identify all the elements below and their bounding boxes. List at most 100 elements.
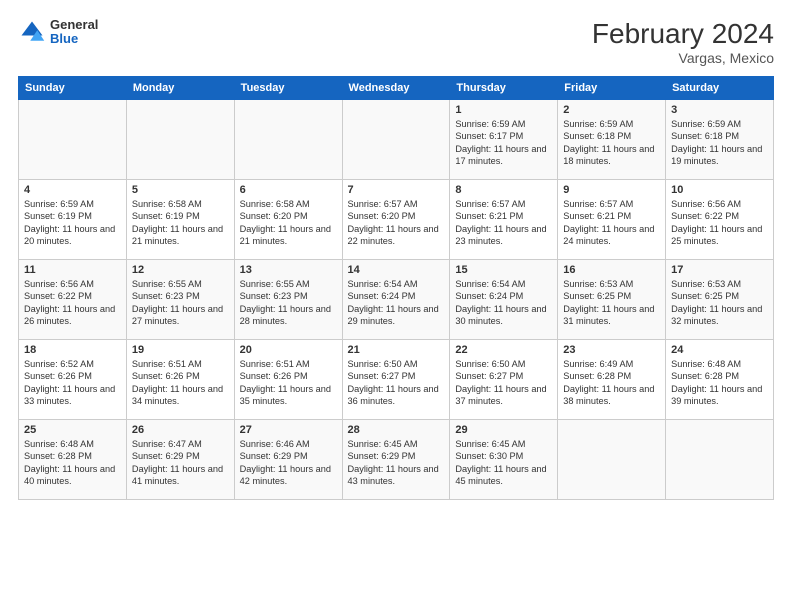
day-number: 23 xyxy=(563,344,660,356)
calendar-cell: 24 Sunrise: 6:48 AM Sunset: 6:28 PM Dayli… xyxy=(666,340,774,420)
day-number: 14 xyxy=(348,264,445,276)
calendar-week-4: 18 Sunrise: 6:52 AM Sunset: 6:26 PM Dayli… xyxy=(19,340,774,420)
calendar-cell: 5 Sunrise: 6:58 AM Sunset: 6:19 PM Daylig… xyxy=(126,180,234,260)
day-number: 21 xyxy=(348,344,445,356)
day-info: Sunrise: 6:59 AM Sunset: 6:18 PM Dayligh… xyxy=(563,118,660,168)
logo: General Blue xyxy=(18,18,98,47)
logo-icon xyxy=(18,18,46,46)
calendar-cell: 21 Sunrise: 6:50 AM Sunset: 6:27 PM Dayli… xyxy=(342,340,450,420)
page: General Blue February 2024 Vargas, Mexic… xyxy=(0,0,792,612)
day-number: 17 xyxy=(671,264,768,276)
logo-text: General Blue xyxy=(50,18,98,47)
day-info: Sunrise: 6:59 AM Sunset: 6:19 PM Dayligh… xyxy=(24,198,121,248)
logo-general-text: General xyxy=(50,18,98,32)
logo-blue-text: Blue xyxy=(50,32,98,46)
day-number: 12 xyxy=(132,264,229,276)
day-info: Sunrise: 6:58 AM Sunset: 6:19 PM Dayligh… xyxy=(132,198,229,248)
day-number: 18 xyxy=(24,344,121,356)
day-number: 11 xyxy=(24,264,121,276)
calendar-cell xyxy=(19,100,127,180)
day-info: Sunrise: 6:55 AM Sunset: 6:23 PM Dayligh… xyxy=(240,278,337,328)
day-number: 5 xyxy=(132,184,229,196)
calendar-cell: 17 Sunrise: 6:53 AM Sunset: 6:25 PM Dayli… xyxy=(666,260,774,340)
calendar-cell: 7Sunrise: 6:57 AM Sunset: 6:20 PM Daylig… xyxy=(342,180,450,260)
day-info: Sunrise: 6:53 AM Sunset: 6:25 PM Dayligh… xyxy=(671,278,768,328)
title-block: February 2024 Vargas, Mexico xyxy=(592,18,774,66)
calendar-cell: 8 Sunrise: 6:57 AM Sunset: 6:21 PM Daylig… xyxy=(450,180,558,260)
calendar-cell: 29Sunrise: 6:45 AM Sunset: 6:30 PM Dayli… xyxy=(450,420,558,500)
day-info: Sunrise: 6:53 AM Sunset: 6:25 PM Dayligh… xyxy=(563,278,660,328)
day-number: 8 xyxy=(455,184,552,196)
day-info: Sunrise: 6:56 AM Sunset: 6:22 PM Dayligh… xyxy=(24,278,121,328)
header: General Blue February 2024 Vargas, Mexic… xyxy=(18,18,774,66)
calendar-cell: 16 Sunrise: 6:53 AM Sunset: 6:25 PM Dayli… xyxy=(558,260,666,340)
day-header-thursday: Thursday xyxy=(450,77,558,100)
day-info: Sunrise: 6:51 AM Sunset: 6:26 PM Dayligh… xyxy=(132,358,229,408)
day-number: 26 xyxy=(132,424,229,436)
day-info: Sunrise: 6:52 AM Sunset: 6:26 PM Dayligh… xyxy=(24,358,121,408)
calendar-cell xyxy=(558,420,666,500)
calendar-cell: 10 Sunrise: 6:56 AM Sunset: 6:22 PM Dayli… xyxy=(666,180,774,260)
calendar-table: SundayMondayTuesdayWednesdayThursdayFrid… xyxy=(18,76,774,500)
day-number: 25 xyxy=(24,424,121,436)
calendar-subtitle: Vargas, Mexico xyxy=(592,50,774,66)
day-info: Sunrise: 6:47 AM Sunset: 6:29 PM Dayligh… xyxy=(132,438,229,488)
day-info: Sunrise: 6:50 AM Sunset: 6:27 PM Dayligh… xyxy=(348,358,445,408)
day-info: Sunrise: 6:56 AM Sunset: 6:22 PM Dayligh… xyxy=(671,198,768,248)
day-header-wednesday: Wednesday xyxy=(342,77,450,100)
day-info: Sunrise: 6:45 AM Sunset: 6:29 PM Dayligh… xyxy=(348,438,445,488)
day-info: Sunrise: 6:48 AM Sunset: 6:28 PM Dayligh… xyxy=(671,358,768,408)
day-number: 1 xyxy=(455,104,552,116)
calendar-cell xyxy=(234,100,342,180)
calendar-cell: 11 Sunrise: 6:56 AM Sunset: 6:22 PM Dayli… xyxy=(19,260,127,340)
calendar-week-2: 4 Sunrise: 6:59 AM Sunset: 6:19 PM Daylig… xyxy=(19,180,774,260)
calendar-cell: 27 Sunrise: 6:46 AM Sunset: 6:29 PM Dayli… xyxy=(234,420,342,500)
calendar-cell: 12 Sunrise: 6:55 AM Sunset: 6:23 PM Dayli… xyxy=(126,260,234,340)
day-info: Sunrise: 6:57 AM Sunset: 6:21 PM Dayligh… xyxy=(563,198,660,248)
day-info: Sunrise: 6:58 AM Sunset: 6:20 PM Dayligh… xyxy=(240,198,337,248)
calendar-cell: 23Sunrise: 6:49 AM Sunset: 6:28 PM Dayli… xyxy=(558,340,666,420)
day-number: 24 xyxy=(671,344,768,356)
day-header-friday: Friday xyxy=(558,77,666,100)
day-info: Sunrise: 6:50 AM Sunset: 6:27 PM Dayligh… xyxy=(455,358,552,408)
day-info: Sunrise: 6:46 AM Sunset: 6:29 PM Dayligh… xyxy=(240,438,337,488)
day-info: Sunrise: 6:45 AM Sunset: 6:30 PM Dayligh… xyxy=(455,438,552,488)
calendar-cell: 25 Sunrise: 6:48 AM Sunset: 6:28 PM Dayli… xyxy=(19,420,127,500)
day-header-sunday: Sunday xyxy=(19,77,127,100)
calendar-cell: 26 Sunrise: 6:47 AM Sunset: 6:29 PM Dayli… xyxy=(126,420,234,500)
day-info: Sunrise: 6:57 AM Sunset: 6:21 PM Dayligh… xyxy=(455,198,552,248)
calendar-week-1: 1 Sunrise: 6:59 AM Sunset: 6:17 PM Daylig… xyxy=(19,100,774,180)
calendar-cell: 13Sunrise: 6:55 AM Sunset: 6:23 PM Dayli… xyxy=(234,260,342,340)
calendar-week-3: 11 Sunrise: 6:56 AM Sunset: 6:22 PM Dayli… xyxy=(19,260,774,340)
calendar-cell: 28 Sunrise: 6:45 AM Sunset: 6:29 PM Dayli… xyxy=(342,420,450,500)
day-info: Sunrise: 6:59 AM Sunset: 6:17 PM Dayligh… xyxy=(455,118,552,168)
day-info: Sunrise: 6:48 AM Sunset: 6:28 PM Dayligh… xyxy=(24,438,121,488)
calendar-week-5: 25 Sunrise: 6:48 AM Sunset: 6:28 PM Dayli… xyxy=(19,420,774,500)
calendar-cell xyxy=(666,420,774,500)
day-number: 4 xyxy=(24,184,121,196)
day-info: Sunrise: 6:59 AM Sunset: 6:18 PM Dayligh… xyxy=(671,118,768,168)
calendar-cell: 2 Sunrise: 6:59 AM Sunset: 6:18 PM Daylig… xyxy=(558,100,666,180)
day-number: 28 xyxy=(348,424,445,436)
day-number: 7 xyxy=(348,184,445,196)
calendar-cell: 4 Sunrise: 6:59 AM Sunset: 6:19 PM Daylig… xyxy=(19,180,127,260)
day-header-tuesday: Tuesday xyxy=(234,77,342,100)
calendar-title: February 2024 xyxy=(592,18,774,50)
calendar-cell: 18 Sunrise: 6:52 AM Sunset: 6:26 PM Dayli… xyxy=(19,340,127,420)
day-number: 20 xyxy=(240,344,337,356)
calendar-cell: 6Sunrise: 6:58 AM Sunset: 6:20 PM Daylig… xyxy=(234,180,342,260)
day-number: 27 xyxy=(240,424,337,436)
day-info: Sunrise: 6:55 AM Sunset: 6:23 PM Dayligh… xyxy=(132,278,229,328)
calendar-cell xyxy=(126,100,234,180)
calendar-cell xyxy=(342,100,450,180)
calendar-cell: 19 Sunrise: 6:51 AM Sunset: 6:26 PM Dayli… xyxy=(126,340,234,420)
day-number: 10 xyxy=(671,184,768,196)
day-number: 2 xyxy=(563,104,660,116)
day-info: Sunrise: 6:54 AM Sunset: 6:24 PM Dayligh… xyxy=(455,278,552,328)
day-number: 19 xyxy=(132,344,229,356)
day-number: 16 xyxy=(563,264,660,276)
day-info: Sunrise: 6:54 AM Sunset: 6:24 PM Dayligh… xyxy=(348,278,445,328)
day-number: 9 xyxy=(563,184,660,196)
day-number: 3 xyxy=(671,104,768,116)
day-number: 22 xyxy=(455,344,552,356)
